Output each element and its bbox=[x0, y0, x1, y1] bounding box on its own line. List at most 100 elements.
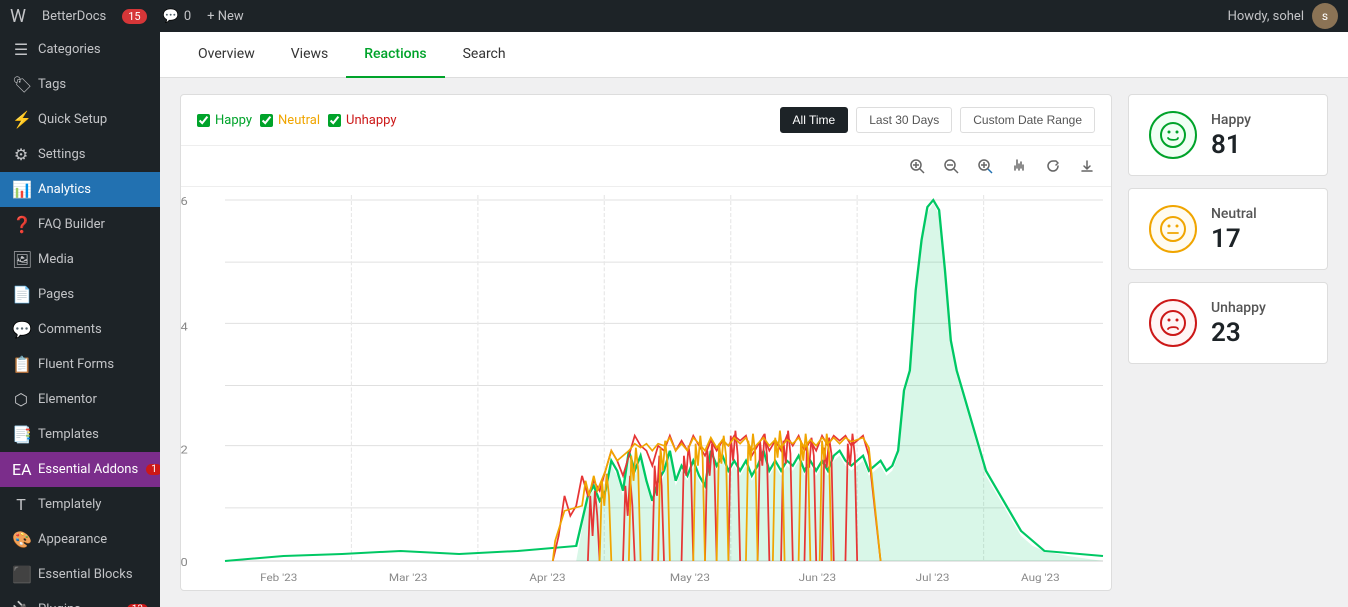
happy-checkbox[interactable] bbox=[197, 114, 210, 127]
media-icon: 🖼 bbox=[12, 250, 30, 269]
sidebar-item-settings[interactable]: ⚙Settings bbox=[0, 137, 160, 172]
filter-happy[interactable]: Happy bbox=[197, 113, 252, 128]
happy-value: 81 bbox=[1211, 132, 1251, 158]
sidebar-item-label-essential-blocks: Essential Blocks bbox=[38, 567, 133, 582]
sidebar-item-tags[interactable]: 🏷 Tags bbox=[0, 67, 160, 102]
sidebar-item-analytics[interactable]: 📊 Analytics bbox=[0, 172, 160, 207]
sidebar-item-label-tags: Tags bbox=[38, 77, 66, 92]
chart-area: 6 4 2 0 Feb '23 Mar '23 Apr '23 May '23 … bbox=[181, 187, 1111, 590]
tab-views[interactable]: Views bbox=[273, 32, 347, 78]
wp-logo[interactable]: W bbox=[10, 6, 26, 27]
sidebar-item-label-quick-setup: Quick Setup bbox=[38, 112, 107, 127]
neutral-value: 17 bbox=[1211, 226, 1257, 252]
sidebar-item-label-essential-addons: Essential Addons bbox=[38, 462, 138, 477]
main-content: Overview Views Reactions Search Happy Ne… bbox=[160, 32, 1348, 607]
sidebar-item-label-templately: Templately bbox=[38, 497, 101, 512]
sidebar-item-faq-builder[interactable]: ❓FAQ Builder bbox=[0, 207, 160, 242]
all-time-btn[interactable]: All Time bbox=[780, 107, 849, 133]
sidebar-item-pages[interactable]: 📄Pages bbox=[0, 277, 160, 312]
custom-date-range-btn[interactable]: Custom Date Range bbox=[960, 107, 1095, 133]
neutral-icon bbox=[1149, 205, 1197, 253]
sidebar-item-label-appearance: Appearance bbox=[38, 532, 107, 547]
tab-reactions[interactable]: Reactions bbox=[346, 32, 444, 78]
zoom-out-btn[interactable] bbox=[937, 152, 965, 180]
svg-text:May '23: May '23 bbox=[670, 572, 710, 584]
tags-icon: 🏷 bbox=[12, 75, 30, 94]
neutral-label: Neutral bbox=[1211, 206, 1257, 222]
sidebar-item-essential-blocks[interactable]: ⬛Essential Blocks bbox=[0, 557, 160, 592]
tabs-bar: Overview Views Reactions Search bbox=[160, 32, 1348, 78]
stats-panel: Happy 81 Neutral 17 bbox=[1128, 94, 1328, 591]
filter-bar: Happy Neutral Unhappy All Time Last 30 D… bbox=[181, 95, 1111, 146]
analytics-icon: 📊 bbox=[12, 180, 30, 199]
sidebar-item-label-elementor: Elementor bbox=[38, 392, 97, 407]
last-30-days-btn[interactable]: Last 30 Days bbox=[856, 107, 952, 133]
tab-search[interactable]: Search bbox=[445, 32, 524, 78]
sidebar-item-media[interactable]: 🖼Media bbox=[0, 242, 160, 277]
analytics-content: Happy Neutral Unhappy All Time Last 30 D… bbox=[160, 78, 1348, 607]
download-btn[interactable] bbox=[1073, 152, 1101, 180]
happy-label: Happy bbox=[1211, 112, 1251, 128]
unhappy-checkbox[interactable] bbox=[328, 114, 341, 127]
updates-count[interactable]: 15 bbox=[122, 9, 146, 24]
sidebar-item-label-analytics: Analytics bbox=[38, 182, 91, 197]
pan-btn[interactable] bbox=[1005, 152, 1033, 180]
filter-unhappy[interactable]: Unhappy bbox=[328, 113, 397, 128]
sidebar-item-label-templates: Templates bbox=[38, 427, 99, 442]
sidebar-item-templates[interactable]: 📑 Templates bbox=[0, 417, 160, 452]
appearance-icon: 🎨 bbox=[12, 530, 30, 549]
site-name[interactable]: BetterDocs bbox=[42, 9, 106, 24]
sidebar-item-quick-setup[interactable]: ⚡ Quick Setup bbox=[0, 102, 160, 137]
happy-icon bbox=[1149, 111, 1197, 159]
filter-neutral[interactable]: Neutral bbox=[260, 113, 320, 128]
templately-icon: T bbox=[12, 495, 30, 514]
svg-text:2: 2 bbox=[181, 444, 188, 457]
sidebar-item-categories[interactable]: ☰ Categories bbox=[0, 32, 160, 67]
sidebar-item-elementor[interactable]: ⬡Elementor bbox=[0, 382, 160, 417]
avatar: s bbox=[1312, 3, 1338, 29]
unhappy-label: Unhappy bbox=[1211, 300, 1266, 316]
neutral-stat-info: Neutral 17 bbox=[1211, 206, 1257, 252]
comments-count[interactable]: 💬 0 bbox=[163, 9, 192, 24]
reset-btn[interactable] bbox=[1039, 152, 1067, 180]
categories-icon: ☰ bbox=[12, 40, 30, 59]
zoom-in-btn[interactable] bbox=[903, 152, 931, 180]
sidebar-item-label-fluent-forms: Fluent Forms bbox=[38, 357, 114, 372]
chart-svg: 6 4 2 0 Feb '23 Mar '23 Apr '23 May '23 … bbox=[225, 195, 1103, 566]
howdy-text: Howdy, sohel bbox=[1228, 9, 1304, 24]
settings-icon: ⚙ bbox=[12, 145, 30, 164]
unhappy-stat-info: Unhappy 23 bbox=[1211, 300, 1266, 346]
essential-addons-icon: EA bbox=[12, 460, 30, 479]
sidebar-item-templately[interactable]: T Templately bbox=[0, 487, 160, 522]
sidebar-item-label-categories: Categories bbox=[38, 42, 101, 57]
quick-setup-icon: ⚡ bbox=[12, 110, 30, 129]
unhappy-value: 23 bbox=[1211, 320, 1266, 346]
admin-bar: W BetterDocs 15 💬 0 + New Howdy, sohel s bbox=[0, 0, 1348, 32]
pages-icon: 📄 bbox=[12, 285, 30, 304]
svg-text:Feb '23: Feb '23 bbox=[260, 572, 297, 584]
zoom-reset-btn[interactable] bbox=[971, 152, 999, 180]
svg-text:Jul '23: Jul '23 bbox=[916, 572, 950, 584]
sidebar-item-label-faq-builder: FAQ Builder bbox=[38, 217, 105, 232]
sidebar-item-label-plugins: Plugins bbox=[38, 602, 81, 607]
sidebar-item-essential-addons[interactable]: EA Essential Addons 1 bbox=[0, 452, 160, 487]
fluent-forms-icon: 📋 bbox=[12, 355, 30, 374]
neutral-checkbox[interactable] bbox=[260, 114, 273, 127]
tab-overview[interactable]: Overview bbox=[180, 32, 273, 78]
essential-addons-badge: 1 bbox=[146, 464, 160, 475]
sidebar-item-label-comments: Comments bbox=[38, 322, 102, 337]
comments-icon: 💬 bbox=[12, 320, 30, 339]
sidebar-item-appearance[interactable]: 🎨 Appearance bbox=[0, 522, 160, 557]
svg-text:Jun '23: Jun '23 bbox=[799, 572, 836, 584]
templates-icon: 📑 bbox=[12, 425, 30, 444]
sidebar: ☰ Categories 🏷 Tags ⚡ Quick Setup ⚙Settings 📊 An… bbox=[0, 32, 160, 607]
new-button[interactable]: + New bbox=[207, 9, 244, 24]
svg-text:Aug '23: Aug '23 bbox=[1021, 572, 1060, 584]
sidebar-item-fluent-forms[interactable]: 📋 Fluent Forms bbox=[0, 347, 160, 382]
adminbar-right: Howdy, sohel s bbox=[1228, 3, 1338, 29]
plugins-icon: 🔌 bbox=[12, 600, 30, 607]
sidebar-item-comments[interactable]: 💬 Comments bbox=[0, 312, 160, 347]
svg-text:Mar '23: Mar '23 bbox=[389, 572, 428, 584]
svg-text:4: 4 bbox=[181, 320, 188, 333]
sidebar-item-plugins[interactable]: 🔌Plugins13 bbox=[0, 592, 160, 607]
